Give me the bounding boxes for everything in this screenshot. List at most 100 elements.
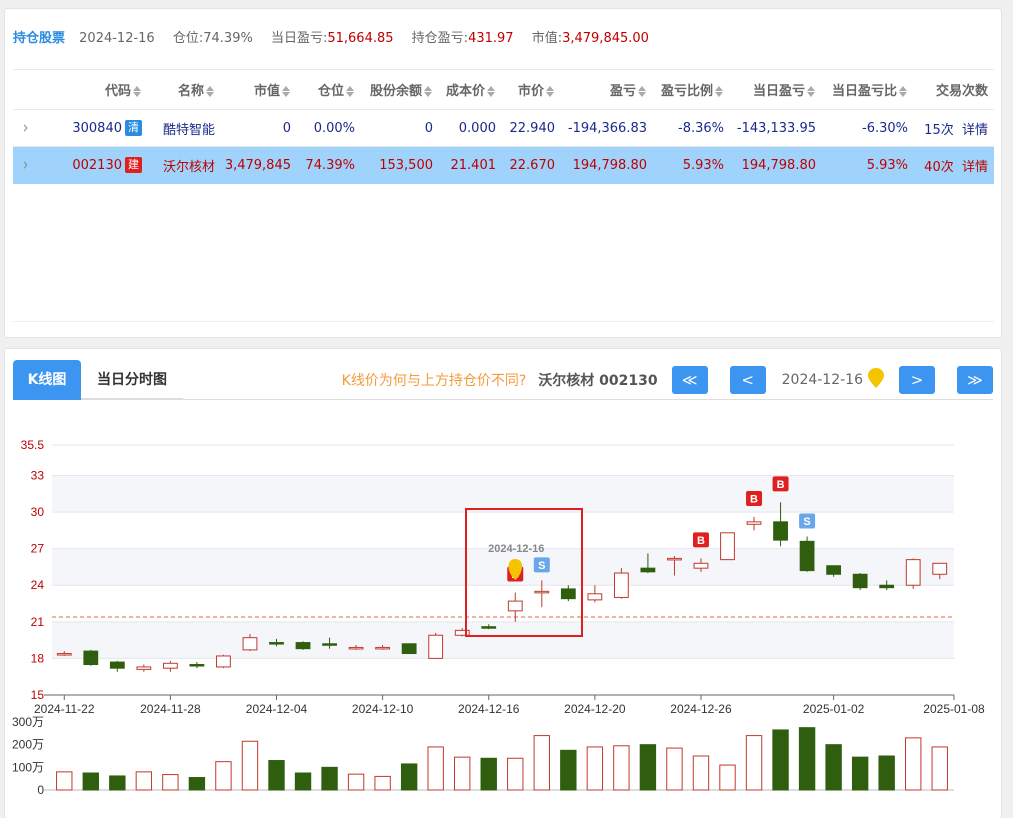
expand-chevron-icon[interactable]: › (23, 156, 28, 176)
volume-bar (454, 756, 471, 791)
sort-icon[interactable] (346, 86, 355, 97)
sort-icon[interactable] (424, 86, 433, 97)
day-pnl-label: 当日盈亏: (270, 31, 328, 46)
cell-day-pct: 5.93% (822, 146, 914, 184)
col-header-shares[interactable]: 股份余额 (361, 69, 439, 110)
date-tick-label: 2025-01-08 (923, 702, 985, 716)
col-header-name[interactable]: 名称 (148, 69, 221, 110)
volume-bar (56, 771, 73, 791)
expand-chevron-icon[interactable]: › (23, 118, 28, 138)
volume-bar (215, 761, 232, 791)
volume-tick-label: 0 (37, 783, 44, 797)
summary-date: 2024-12-16 (79, 31, 155, 46)
volume-bar (692, 755, 710, 791)
hold-pnl-value: 431.97 (468, 31, 514, 46)
col-header-price[interactable]: 市价 (502, 69, 561, 110)
date-tick-label: 2024-12-16 (458, 702, 520, 716)
cell-pnl-pct: 5.93% (653, 146, 730, 184)
volume-bar (480, 757, 497, 791)
sort-icon[interactable] (282, 86, 291, 97)
highlight-date-label: 2024-12-16 (488, 543, 544, 555)
cell-shares: 153,500 (361, 146, 439, 184)
sort-icon[interactable] (487, 86, 496, 97)
grid-band (52, 621, 954, 659)
price-tick-label: 35.5 (21, 438, 45, 452)
cell-cost: 0.000 (439, 109, 502, 147)
col-header-market-value[interactable]: 市值 (221, 69, 297, 110)
hold-pnl-label: 持仓盈亏: (411, 31, 469, 46)
candle-body (640, 567, 656, 573)
cell-day-pct: -6.30% (822, 109, 914, 147)
cell-market-value: 0 (221, 109, 297, 147)
sort-icon[interactable] (206, 86, 215, 97)
trade-marker-label: B (750, 493, 758, 505)
volume-bar (294, 772, 312, 791)
price-tick-label: 24 (31, 578, 45, 592)
candle-body (560, 588, 576, 600)
table-row-selected[interactable]: › 002130 建 沃尔核材 3,479,845 74.39% 153,500 … (13, 146, 994, 184)
position-label: 仓位: (172, 31, 204, 46)
kline-chart: 35.5 33 30 27 24 21 18 152024-11-22 2024-11-28 20… (12, 438, 985, 797)
col-header-position[interactable]: 仓位 (297, 69, 361, 110)
sort-icon[interactable] (638, 86, 647, 97)
candle-body (428, 634, 444, 659)
cell-trades: 40次 详情 (914, 146, 994, 184)
candle-body (720, 532, 735, 561)
divider (13, 321, 994, 322)
col-header-pnl[interactable]: 盈亏 (561, 69, 653, 110)
candle-body (587, 593, 603, 601)
candle-body (56, 653, 72, 656)
volume-bar (347, 773, 365, 791)
candle-body (613, 572, 629, 598)
col-header-pnl-pct[interactable]: 盈亏比例 (653, 69, 730, 110)
day-pnl-value: 51,664.85 (327, 31, 394, 46)
cell-shares: 0 (361, 109, 439, 147)
sort-icon[interactable] (133, 86, 142, 97)
detail-link[interactable]: 详情 (962, 160, 988, 175)
table-row[interactable]: › 300840 清 酷特智能 0 0.00% 0 0.000 22.940 -1… (13, 109, 994, 147)
table-header-row: 代码 名称 市值 仓位 股份余额 成本价 市价 盈亏 盈亏比例 当日盈亏 当日盈… (13, 69, 994, 110)
date-tick-label: 2024-11-22 (34, 702, 95, 716)
status-badge: 清 (125, 120, 142, 136)
summary-title: 持仓股票 (13, 31, 66, 46)
volume-bar (878, 755, 895, 791)
candle-body (189, 664, 205, 667)
volume-bar (507, 757, 524, 791)
cell-trades: 15次 详情 (914, 109, 994, 147)
candle-body (136, 666, 152, 670)
candle-body (826, 565, 842, 575)
status-badge: 建 (125, 157, 142, 174)
grid-band (52, 475, 954, 513)
candle-body (905, 559, 921, 586)
trade-marker-label: S (538, 560, 545, 572)
sort-icon[interactable] (899, 86, 908, 97)
candle-body (667, 557, 682, 561)
volume-bar (533, 735, 550, 791)
volume-bar (268, 760, 285, 791)
col-header-day-pct[interactable]: 当日盈亏比 (822, 69, 914, 110)
candle-body (454, 629, 470, 636)
volume-tick-label: 300万 (12, 715, 44, 729)
market-value-value: 3,479,845.00 (562, 31, 649, 46)
detail-link[interactable]: 详情 (962, 123, 988, 138)
volume-bar (374, 775, 391, 791)
candle-body (269, 642, 284, 645)
sort-icon[interactable] (715, 86, 724, 97)
sort-icon[interactable] (546, 86, 555, 97)
candle-body (322, 643, 337, 646)
candle-body (401, 643, 417, 655)
col-header-day-pnl[interactable]: 当日盈亏 (730, 69, 822, 110)
col-header-code[interactable]: 代码 (53, 69, 148, 110)
volume-bar (135, 771, 153, 791)
candle-body (348, 646, 364, 650)
sort-icon[interactable] (807, 86, 816, 97)
cell-name: 沃尔核材 (148, 146, 221, 184)
col-header-cost[interactable]: 成本价 (439, 69, 502, 110)
volume-bar (825, 744, 842, 791)
cell-pnl-pct: -8.36% (653, 109, 730, 147)
price-tick-label: 27 (31, 542, 45, 556)
candle-body (295, 642, 311, 650)
date-tick-label: 2025-01-02 (803, 702, 865, 716)
cell-price: 22.940 (502, 109, 561, 147)
positions-table: 代码 名称 市值 仓位 股份余额 成本价 市价 盈亏 盈亏比例 当日盈亏 当日盈… (13, 69, 994, 184)
